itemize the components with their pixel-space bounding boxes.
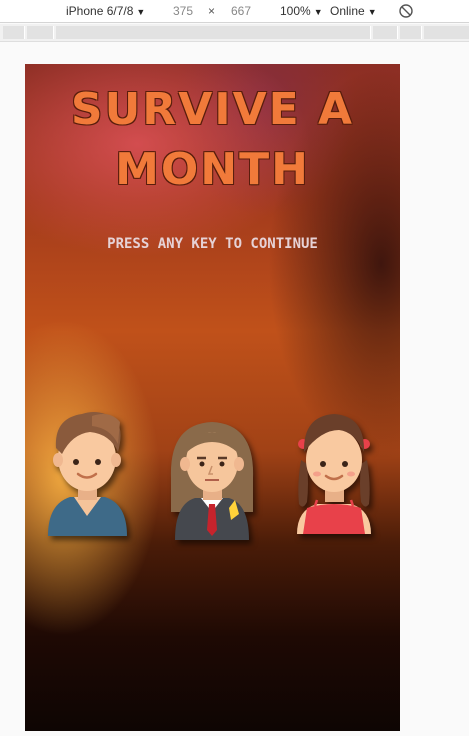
game-title-line1: SURVIVE A bbox=[70, 84, 355, 135]
mq-segment[interactable] bbox=[56, 26, 371, 39]
device-label: iPhone 6/7/8 bbox=[66, 4, 134, 18]
device-select[interactable]: iPhone 6/7/8 ▼ bbox=[66, 4, 145, 18]
throttle-caret-icon: ▼ bbox=[367, 7, 377, 17]
zoom-label: 100% bbox=[280, 4, 311, 18]
rotate-icon[interactable] bbox=[398, 3, 414, 19]
game-title-line2: MONTH bbox=[115, 144, 310, 195]
continue-prompt: PRESS ANY KEY TO CONTINUE bbox=[107, 236, 318, 252]
device-toolbar: iPhone 6/7/8 ▼ 375 × 667 100% ▼ Online ▼ bbox=[0, 0, 469, 23]
mq-segment[interactable] bbox=[424, 26, 469, 39]
zoom-select[interactable]: 100% ▼ bbox=[280, 4, 323, 18]
mq-segment[interactable] bbox=[373, 26, 398, 39]
mq-segment[interactable] bbox=[3, 26, 25, 39]
game-viewport[interactable]: SURVIVE A MONTH PRESS ANY KEY TO CONTINU… bbox=[25, 64, 400, 731]
height-input[interactable]: 667 bbox=[231, 4, 251, 18]
media-query-bar bbox=[0, 24, 469, 42]
throttle-label: Online bbox=[330, 4, 365, 18]
width-input[interactable]: 375 bbox=[173, 4, 193, 18]
girl-avatar[interactable] bbox=[287, 404, 382, 544]
mq-segment[interactable] bbox=[27, 26, 54, 39]
mq-segment[interactable] bbox=[400, 26, 422, 39]
dimension-separator: × bbox=[208, 4, 216, 18]
boy-avatar[interactable] bbox=[40, 404, 135, 544]
device-caret-icon: ▼ bbox=[136, 7, 146, 17]
zoom-caret-icon: ▼ bbox=[313, 7, 323, 17]
throttle-select[interactable]: Online ▼ bbox=[330, 4, 377, 18]
businesswoman-avatar[interactable] bbox=[165, 404, 260, 544]
